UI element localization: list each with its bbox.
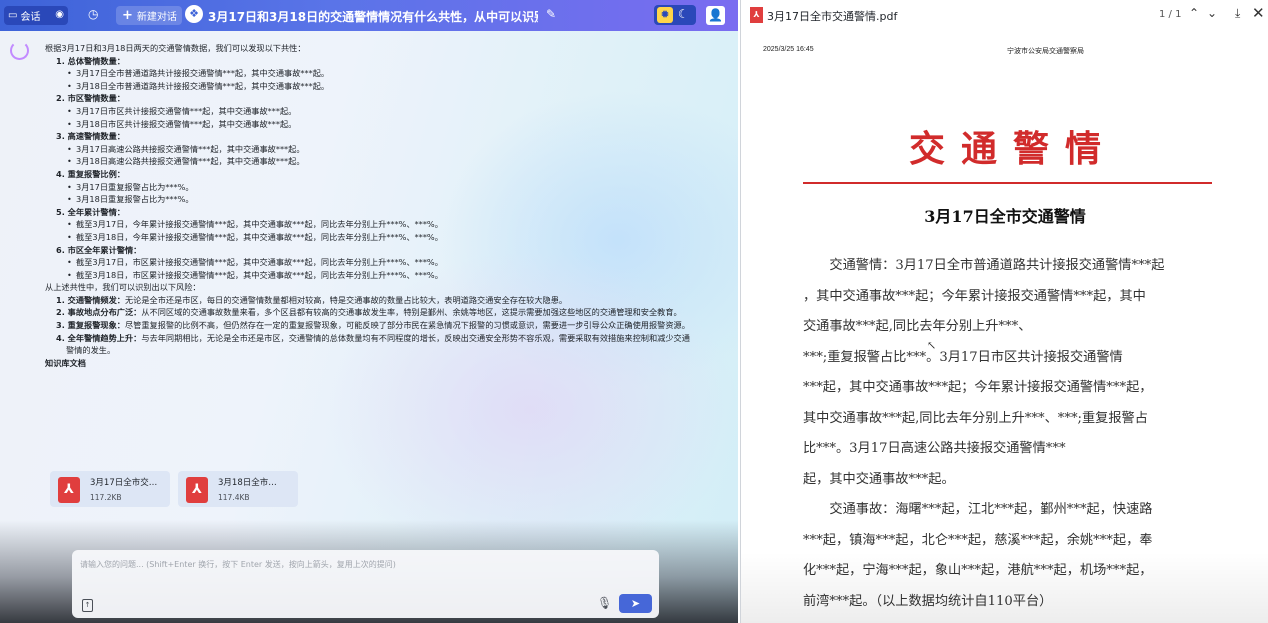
history-icon[interactable]: ◷ <box>88 7 98 21</box>
new-chat-button[interactable]: + 新建对话 <box>116 6 182 25</box>
download-icon[interactable]: ⤓ <box>1235 6 1240 21</box>
previous-page-icon[interactable]: ⌃ <box>1189 6 1199 20</box>
doc-text-line: ***起，其中交通事故***起；今年累计接报交通警情***起， <box>803 380 1153 395</box>
risk-text: 从不同区域的交通事故数量来看，多个区县都有较高的交通事故发生率，特别是鄞州、余姚… <box>141 307 682 318</box>
attach-file-icon[interactable]: ↑ <box>82 599 93 612</box>
microphone-icon[interactable]: 🎙 <box>597 596 612 610</box>
doc-text-line: 比***。3月17日高速公路共接报交通警情*** <box>803 441 1066 456</box>
chat-topbar: ▭ 会话 ◉ ◷ + 新建对话 ❖ 3月17日和3月18日的交通警情情况有什么共… <box>0 0 738 31</box>
doc-text-line: 前湾***起。（以上数据均统计自110平台） <box>803 593 1053 609</box>
chat-mode-button[interactable]: ▭ 会话 ◉ <box>4 6 68 25</box>
summary-bullet: 截至3月18日，市区累计接报交通警情***起，其中交通事故***起，同比去年分别… <box>67 269 695 282</box>
plus-icon: + <box>122 8 133 23</box>
doc-text-line: 交通警情：3月17日全市普通道路共计接报交通警情***起 <box>829 258 1165 273</box>
summary-sections: 1. 总体警情数量：3月17日全市普通道路共计接报交通警情***起，其中交通事故… <box>45 55 695 282</box>
assistant-avatar-icon <box>10 41 29 60</box>
risk-item: 2. 事故地点分布广泛：从不同区域的交通事故数量来看，多个区县都有较高的交通事故… <box>56 306 695 319</box>
summary-section-title: 3. 高速警情数量： <box>56 131 125 142</box>
knowledge-base-files: ⅄ 3月17日全市交… 117.2KB ⅄ 3月18日全市… 117.4KB <box>50 471 298 507</box>
summary-section-title: 6. 市区全年累计警情： <box>56 244 142 255</box>
doc-print-date: 2025/3/25 16:45 <box>763 46 814 53</box>
page-indicator: 1 / 1 <box>1159 9 1182 20</box>
theme-toggle[interactable]: ✹ ☾ <box>654 5 696 25</box>
doc-body: 交通警情：3月17日全市普通道路共计接报交通警情***起 ，其中交通事故***起；… <box>803 251 1213 617</box>
sun-icon[interactable]: ✹ <box>657 7 673 23</box>
risk-text: 无论是全市还是市区，每日的交通警情数量都相对较高，特是交通事故的数量占比较大，表… <box>124 294 568 305</box>
pdf-toolbar: ⅄ 3月17日全市交通警情.pdf 1 / 1 ⌃ ⌄ ⤓ ✕ <box>741 0 1268 31</box>
risk-item: 3. 重复报警现象：尽管重复报警的比例不高，但仍然存在一定的重复报警现象，可能反… <box>56 319 695 332</box>
pdf-viewer: ⅄ 3月17日全市交通警情.pdf 1 / 1 ⌃ ⌄ ⤓ ✕ 2025/3/2… <box>740 0 1268 623</box>
doc-text-line: 起，其中交通事故***起。 <box>803 471 955 487</box>
chat-pane: ▭ 会话 ◉ ◷ + 新建对话 ❖ 3月17日和3月18日的交通警情情况有什么共… <box>0 0 738 623</box>
summary-section-title: 4. 重复报警比例： <box>56 168 125 179</box>
chat-bubble-icon: ▭ <box>8 10 18 21</box>
doc-text-line: 其中交通事故***起,同比去年分别上升***、***;重复报警占 <box>803 410 1148 426</box>
summary-bullet: 截至3月17日，今年累计接报交通警情***起，其中交通事故***起，同比去年分别… <box>67 218 695 231</box>
summary-bullet: 3月17日重复报警占比为***%。 <box>67 181 695 194</box>
close-icon[interactable]: ✕ <box>1252 4 1265 22</box>
next-page-icon[interactable]: ⌄ <box>1207 6 1217 20</box>
risk-label: 3. 重复报警现象： <box>56 320 125 331</box>
risk-text: 与去年同期相比，无论是全市还是市区，交通警情的总体数量均有不同程度的增长，反映出… <box>66 332 690 356</box>
eye-icon[interactable]: ◉ <box>55 9 64 20</box>
doc-text-line: ***;重复报警占比***。3月17日市区共计接报交通警情 <box>803 349 1123 365</box>
moon-icon[interactable]: ☾ <box>678 7 689 21</box>
summary-bullet: 截至3月17日，市区累计接报交通警情***起，其中交通事故***起，同比去年分别… <box>67 256 695 269</box>
kb-file-size: 117.2KB <box>90 493 122 502</box>
summary-bullet: 3月18日市区共计接报交通警情***起，其中交通事故***起。 <box>67 118 695 131</box>
doc-divider <box>803 182 1212 184</box>
chat-input-placeholder[interactable]: 请输入您的问题... (Shift+Enter 换行，按下 Enter 发送，按… <box>80 559 396 570</box>
message-intro: 根据3月17日和3月18日两天的交通警情数据，我们可以发现以下共性： <box>45 43 306 53</box>
summary-bullet: 3月18日高速公路共接报交通警情***起，其中交通事故***起。 <box>67 155 695 168</box>
summary-bullet: 3月17日市区共计接报交通警情***起，其中交通事故***起。 <box>67 105 695 118</box>
new-chat-label: 新建对话 <box>136 12 177 23</box>
doc-header-org: 宁波市公安局交通警察局 <box>1007 48 1084 55</box>
kb-file-size: 117.4KB <box>218 493 250 502</box>
assistant-message: 根据3月17日和3月18日两天的交通警情数据，我们可以发现以下共性： 1. 总体… <box>45 42 695 369</box>
pdf-filename: 3月17日全市交通警情.pdf <box>767 10 898 23</box>
kb-file-card[interactable]: ⅄ 3月18日全市… 117.4KB <box>178 471 298 507</box>
risk-label: 4. 全年警情趋势上升： <box>56 332 142 343</box>
knowledge-base-title: 知识库文档 <box>45 357 86 368</box>
pdf-page: 2025/3/25 16:45 宁波市公安局交通警察局 交通警情 3月17日全市… <box>741 32 1268 623</box>
risk-label: 1. 交通警情频发： <box>56 294 125 305</box>
summary-section-title: 5. 全年累计警情： <box>56 206 125 217</box>
risk-list: 1. 交通警情频发：无论是全市还是市区，每日的交通警情数量都相对较高，特是交通事… <box>45 294 695 357</box>
doc-text-line: 交通事故：海曙***起，江北***起，鄞州***起，快速路 <box>829 502 1153 517</box>
doc-text-line: 交通事故***起,同比去年分别上升***、 <box>803 319 1032 334</box>
summary-bullet: 截至3月18日，今年累计接报交通警情***起，其中交通事故***起，同比去年分别… <box>67 231 695 244</box>
doc-subtitle: 3月17日全市交通警情 <box>924 207 1086 226</box>
edit-title-icon[interactable]: ✎ <box>546 7 556 21</box>
user-icon[interactable]: 👤 <box>706 6 725 25</box>
risk-intro: 从上述共性中，我们可以识别出以下风险： <box>45 282 201 293</box>
risk-item: 4. 全年警情趋势上升：与去年同期相比，无论是全市还是市区，交通警情的总体数量均… <box>56 332 695 357</box>
summary-bullet: 3月18日重复报警占比为***%。 <box>67 193 695 206</box>
risk-item: 1. 交通警情频发：无论是全市还是市区，每日的交通警情数量都相对较高，特是交通事… <box>56 294 695 307</box>
kb-file-name: 3月18日全市… <box>218 478 277 488</box>
chat-input-box[interactable]: 请输入您的问题... (Shift+Enter 换行，按下 Enter 发送，按… <box>72 550 659 618</box>
summary-section-title: 2. 市区警情数量： <box>56 93 125 104</box>
doc-text-line: ***起，镇海***起，北仑***起，慈溪***起，余姚***起，奉 <box>803 532 1153 548</box>
summary-section-title: 1. 总体警情数量： <box>56 55 125 66</box>
risk-label: 2. 事故地点分布广泛： <box>56 307 142 318</box>
mouse-cursor-icon: ↖ <box>927 339 937 352</box>
kb-file-card[interactable]: ⅄ 3月17日全市交… 117.2KB <box>50 471 170 507</box>
chat-title: 3月17日和3月18日的交通警情情况有什么共性，从中可以识别出什… <box>208 10 538 24</box>
doc-text-line: ，其中交通事故***起；今年累计接报交通警情***起，其中 <box>803 288 1146 304</box>
summary-bullet: 3月18日全市普通道路共计接报交通警情***起，其中交通事故***起。 <box>67 80 695 93</box>
risk-text: 尽管重复报警的比例不高，但仍然存在一定的重复报警现象，可能反映了部分市民在紧急情… <box>124 320 690 331</box>
doc-text-line: 化***起，宁海***起，象山***起，港航***起，机场***起， <box>803 563 1153 578</box>
summary-bullet: 3月17日全市普通道路共计接报交通警情***起，其中交通事故***起。 <box>67 67 695 80</box>
doc-title: 交通警情 <box>908 128 1117 170</box>
summary-bullet: 3月17日高速公路共接报交通警情***起，其中交通事故***起。 <box>67 143 695 156</box>
kb-file-name: 3月17日全市交… <box>90 478 158 488</box>
pdf-file-icon: ⅄ <box>186 477 208 503</box>
pdf-file-icon: ⅄ <box>58 477 80 503</box>
assistant-logo-icon: ❖ <box>185 5 203 23</box>
chat-mode-label: 会话 <box>20 12 41 23</box>
pdf-file-icon: ⅄ <box>750 7 763 23</box>
send-button[interactable]: ➤ <box>619 594 652 613</box>
